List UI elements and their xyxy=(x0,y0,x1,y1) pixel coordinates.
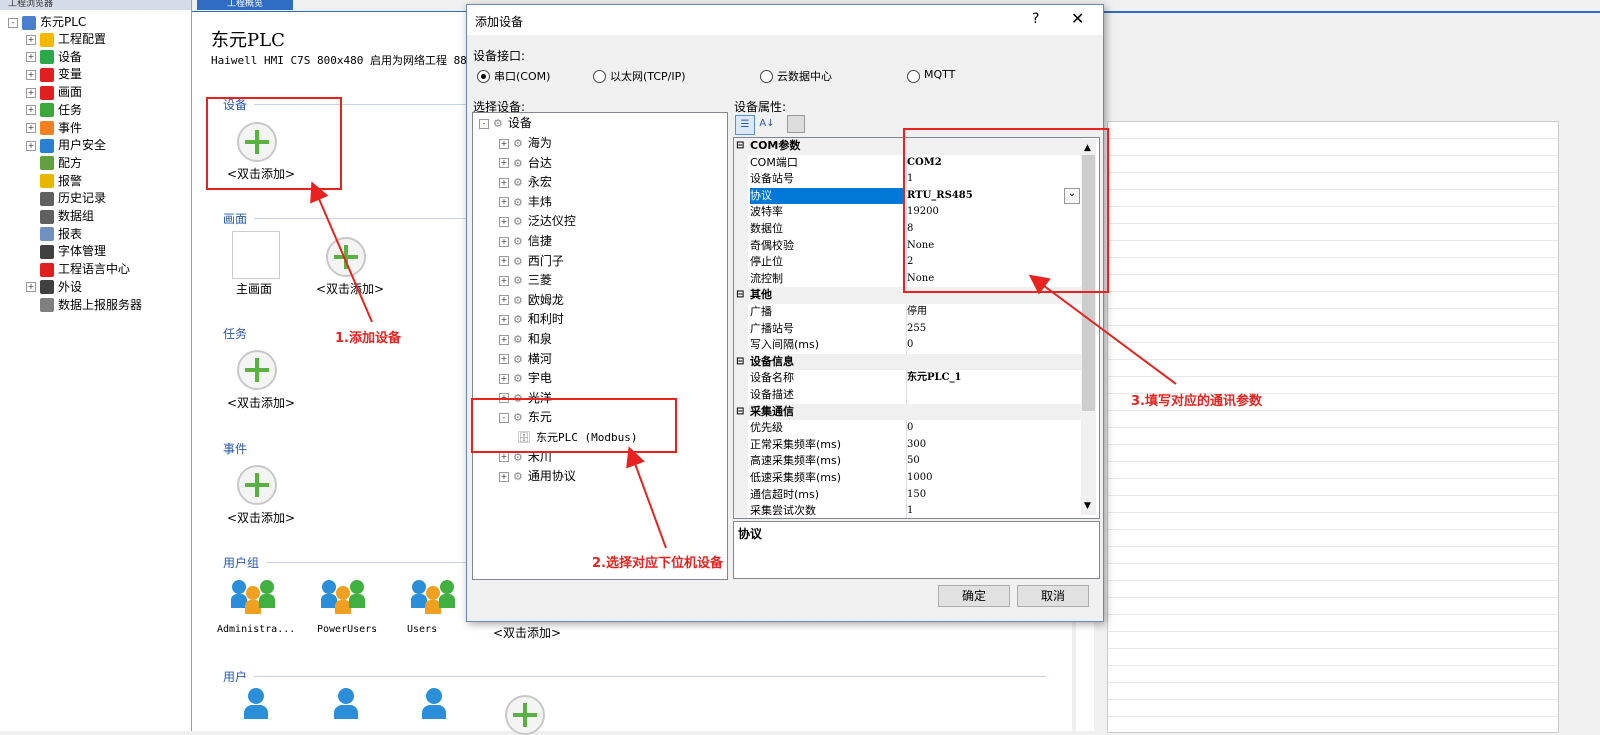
arrow-step3 xyxy=(1028,274,1177,385)
annotation-arrows xyxy=(310,181,1177,549)
arrow-step1 xyxy=(310,181,373,323)
arrow-step2 xyxy=(626,446,667,549)
